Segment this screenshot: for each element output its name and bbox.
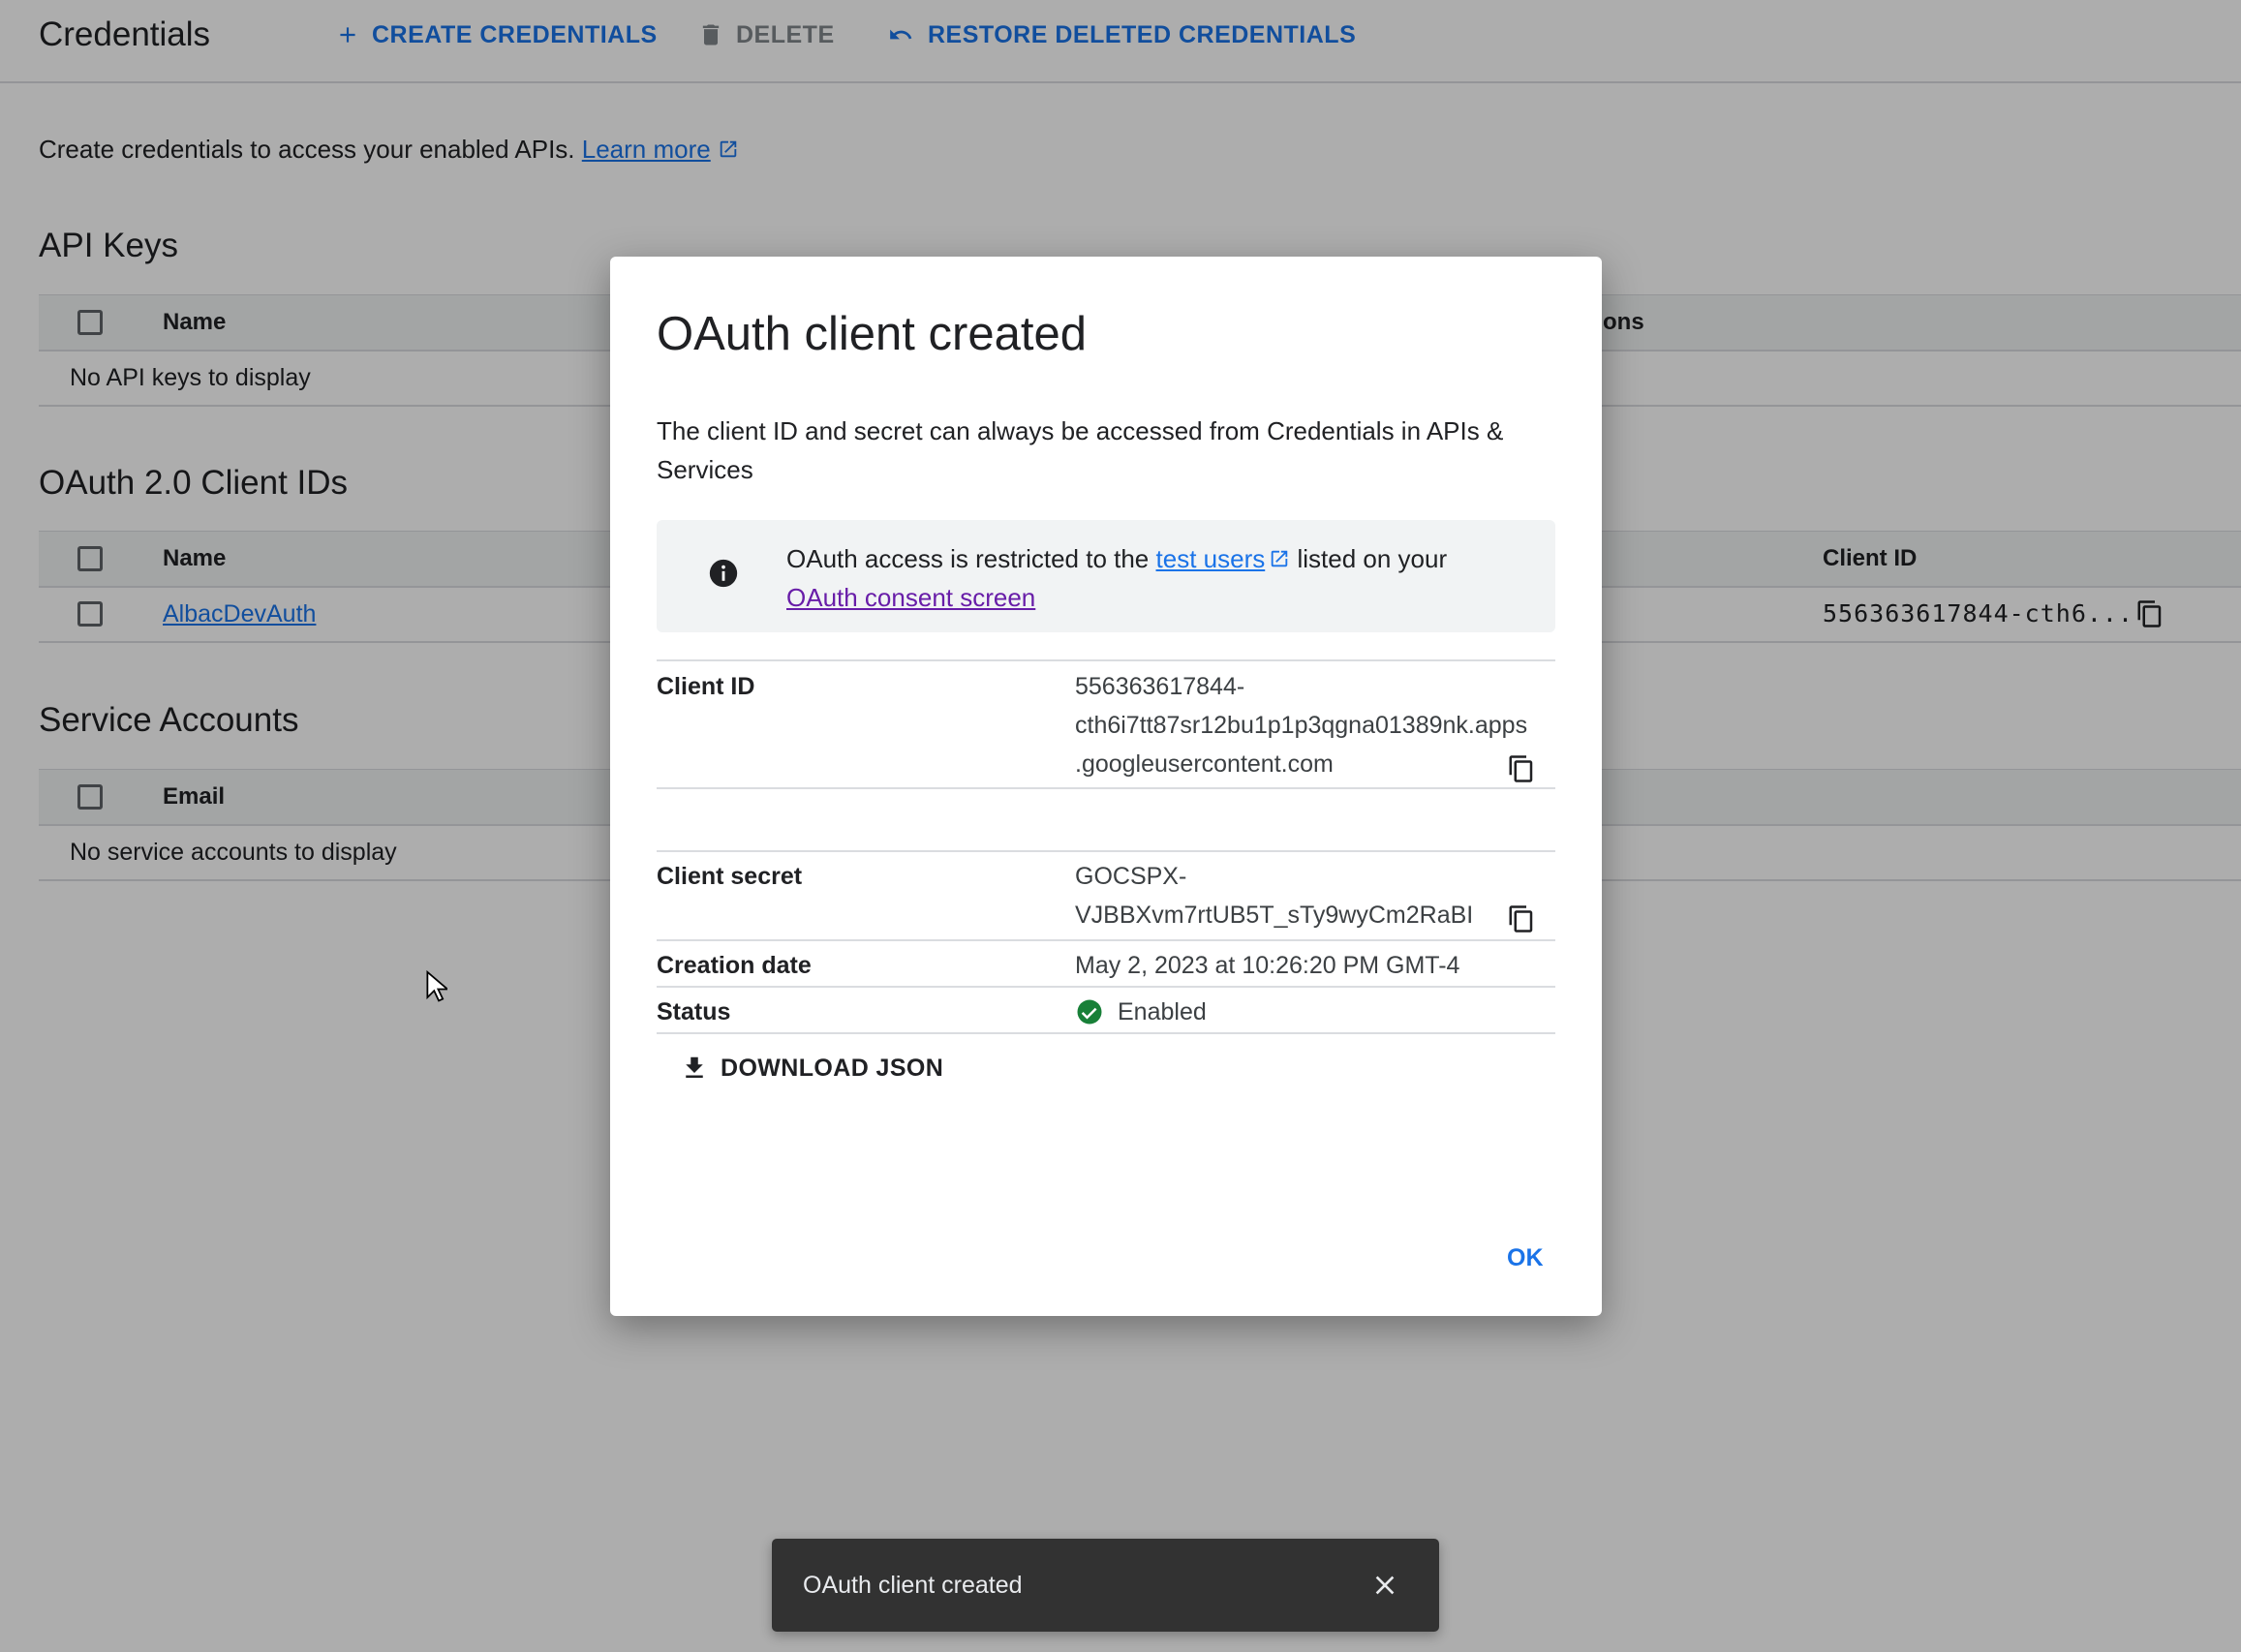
client-secret-value: GOCSPX- VJBBXvm7rtUB5T_sTy9wyCm2RaBI <box>1075 857 1473 934</box>
divider <box>657 850 1555 852</box>
download-json-button[interactable]: DOWNLOAD JSON <box>680 1047 943 1089</box>
test-users-notice: OAuth access is restricted to the test u… <box>657 520 1555 632</box>
status-label: Status <box>657 998 731 1025</box>
creation-date-label: Creation date <box>657 952 812 979</box>
divider <box>657 659 1555 661</box>
notice-text-after: listed on your <box>1297 544 1448 573</box>
mouse-pointer-icon <box>426 970 447 1002</box>
divider <box>657 939 1555 941</box>
download-icon <box>686 1056 703 1078</box>
notice-text-before: OAuth access is restricted to the <box>786 544 1150 573</box>
copy-client-id-icon[interactable] <box>1507 752 1536 785</box>
info-icon <box>709 559 738 588</box>
status-value: Enabled <box>1075 993 1207 1031</box>
copy-client-secret-icon[interactable] <box>1507 902 1536 935</box>
client-secret-label: Client secret <box>657 863 803 890</box>
client-id-line: .googleusercontent.com <box>1075 750 1334 778</box>
status-text: Enabled <box>1118 998 1207 1025</box>
divider <box>657 787 1555 789</box>
client-id-line: cth6i7tt87sr12bu1p1p3qgna01389nk.apps <box>1075 712 1528 739</box>
divider <box>657 1032 1555 1034</box>
close-icon[interactable] <box>1369 1570 1400 1601</box>
download-json-label: DOWNLOAD JSON <box>721 1054 944 1082</box>
notice-text: OAuth access is restricted to the test u… <box>786 539 1522 617</box>
test-users-link[interactable]: test users <box>1156 544 1266 573</box>
oauth-consent-screen-link[interactable]: OAuth consent screen <box>786 583 1035 612</box>
check-circle-icon <box>1077 999 1102 1025</box>
client-secret-line: VJBBXvm7rtUB5T_sTy9wyCm2RaBI <box>1075 902 1474 929</box>
snackbar: OAuth client created <box>772 1539 1439 1632</box>
divider <box>657 986 1555 988</box>
client-id-value: 556363617844- cth6i7tt87sr12bu1p1p3qgna0… <box>1075 667 1527 783</box>
ok-button[interactable]: OK <box>1507 1237 1544 1279</box>
oauth-created-dialog: OAuth client created The client ID and s… <box>610 257 1602 1316</box>
client-id-line: 556363617844- <box>1075 673 1245 700</box>
dialog-title: OAuth client created <box>657 308 1087 360</box>
dialog-description: The client ID and secret can always be a… <box>657 416 1504 484</box>
client-secret-line: GOCSPX- <box>1075 863 1187 890</box>
snackbar-text: OAuth client created <box>803 1572 1023 1599</box>
creation-date-value: May 2, 2023 at 10:26:20 PM GMT-4 <box>1075 952 1460 979</box>
client-id-label: Client ID <box>657 673 755 700</box>
external-link-icon <box>1271 550 1288 567</box>
